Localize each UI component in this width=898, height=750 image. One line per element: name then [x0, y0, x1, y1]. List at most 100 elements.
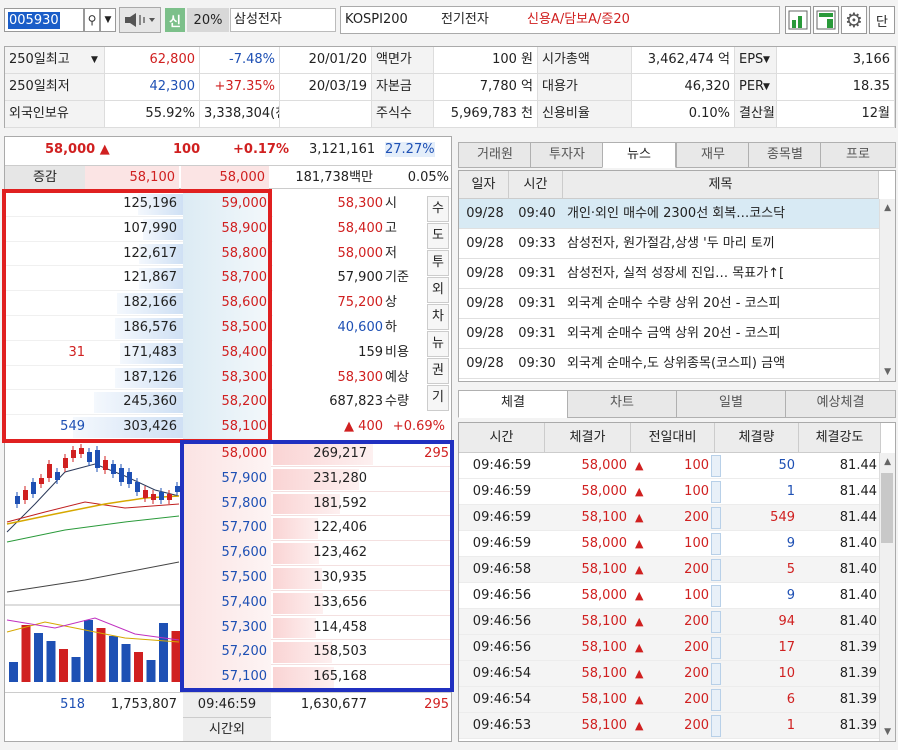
trade-header: 전일대비 [631, 423, 715, 453]
mini-chart [5, 442, 181, 688]
candle [31, 482, 36, 494]
ask-total: 58,100 [85, 166, 179, 189]
news-row[interactable]: 09/28 09:31 외국계 순매수 수량 상위 20선 - 코스피 [459, 289, 879, 319]
after-hours-label[interactable]: 시간외 [183, 717, 271, 741]
trade-price: 58,100 [581, 510, 628, 525]
news-row[interactable]: 09/28 09:33 삼성전자, 원가절감,상생 '두 마리 토끼 [459, 229, 879, 259]
trade-time: 09:46:53 [472, 718, 532, 733]
trade-change: 100 [684, 588, 709, 603]
news-row[interactable]: 09/28 09:31 외국계 순매수 금액 상위 20선 - 코스피 [459, 319, 879, 349]
trade-row[interactable]: 09:46:56 58,100 ▲ 200 94 81.40 [459, 609, 879, 635]
trade-row[interactable]: 09:46:59 58,000 ▲ 100 9 81.40 [459, 531, 879, 557]
trade-row[interactable]: 09:46:58 58,100 ▲ 200 5 81.40 [459, 557, 879, 583]
stat-label: 수량 [385, 394, 409, 410]
trade-row[interactable]: 09:46:59 58,000 ▲ 100 1 81.44 [459, 479, 879, 505]
news-tab[interactable]: 뉴스 [602, 142, 676, 168]
news-title: 외국계 순매수,도 상위종목(코스피) 금액 [567, 356, 786, 371]
speaker-icon[interactable] [119, 7, 161, 33]
news-header: 시간 [509, 171, 563, 199]
chart-link-icon[interactable] [785, 6, 811, 34]
candle [79, 448, 84, 454]
trade-strength: 81.40 [839, 588, 877, 603]
side-button[interactable]: 뉴 [427, 331, 449, 357]
trade-strength: 81.44 [839, 458, 877, 473]
news-row[interactable]: 09/28 09:40 개인·외인 매수에 2300선 회복…코스닥 [459, 199, 879, 229]
trade-row[interactable]: 09:46:56 58,000 ▲ 100 9 81.40 [459, 583, 879, 609]
trade-row[interactable]: 09:46:59 58,000 ▲ 100 50 81.44 [459, 453, 879, 479]
info-cell: 시가총액 [538, 47, 632, 74]
news-time: 09:30 [518, 356, 556, 371]
side-button[interactable]: 기 [427, 385, 449, 411]
trade-tab[interactable]: 차트 [567, 390, 677, 418]
news-time: 09:40 [518, 206, 556, 221]
scroll-down-icon[interactable]: ▼ [884, 727, 891, 737]
trade-row[interactable]: 09:46:56 58,100 ▲ 200 17 81.39 [459, 635, 879, 661]
bottom-summary: 518 1,753,807 09:46:59 1,630,677 295 시간외 [5, 692, 451, 741]
info-cell [280, 101, 372, 128]
scroll-up-icon[interactable]: ▲ [884, 203, 891, 213]
news-tab[interactable]: 거래원 [458, 142, 532, 168]
info-cell: 자본금 [372, 74, 434, 101]
scroll-up-icon[interactable]: ▲ [884, 457, 891, 467]
news-row[interactable]: 09/28 09:31 삼성전자, 실적 성장세 진입… 목표가↑[ [459, 259, 879, 289]
search-icon[interactable]: ⚲ [84, 8, 100, 32]
trade-row[interactable]: 09:46:54 58,100 ▲ 200 10 81.39 [459, 661, 879, 687]
settings-icon[interactable]: ⚙ [841, 6, 867, 34]
trade-strength: 81.39 [839, 692, 877, 707]
stock-code-input[interactable]: 005930 [4, 8, 84, 32]
scroll-thumb[interactable] [881, 473, 893, 543]
trade-header: 체결가 [545, 423, 631, 453]
info-cell: 3,462,474 억 [632, 47, 735, 74]
up-arrow-icon: ▲ [635, 485, 644, 498]
news-row[interactable]: 09/28 09:30 외국계 순매수,도 상위종목(코스피) 금액 [459, 349, 879, 379]
news-tab[interactable]: 투자자 [530, 142, 604, 168]
market-index: KOSPI200 [345, 12, 408, 27]
info-cell: 20/03/19 [280, 74, 372, 101]
price-change: 100 [173, 142, 201, 157]
trade-price: 58,100 [581, 692, 628, 707]
trade-strength: 81.44 [839, 510, 877, 525]
side-button[interactable]: 도 [427, 223, 449, 249]
side-button[interactable]: 차 [427, 304, 449, 330]
volume-bar [134, 652, 143, 682]
window-link-icon[interactable] [813, 6, 839, 34]
dropdown-icon[interactable]: ▼ [763, 82, 770, 92]
trade-tab[interactable]: 예상체결 [785, 390, 896, 418]
news-scrollbar[interactable] [879, 199, 895, 381]
info-cell: 0.10% [632, 101, 735, 128]
news-tab[interactable]: 재무 [676, 142, 750, 168]
info-cell: 주식수 [372, 101, 434, 128]
candle [151, 494, 156, 500]
trade-strength: 81.40 [839, 614, 877, 629]
trade-time: 09:46:56 [472, 588, 532, 603]
dropdown-icon[interactable]: ▼ [100, 8, 116, 32]
candle [47, 464, 52, 478]
candle [55, 472, 60, 480]
side-button[interactable]: 외 [427, 277, 449, 303]
trade-row[interactable]: 09:46:59 58,100 ▲ 200 549 81.44 [459, 505, 879, 531]
news-title: 외국계 순매수 금액 상위 20선 - 코스피 [567, 326, 781, 341]
trade-row[interactable]: 09:46:54 58,100 ▲ 200 6 81.39 [459, 687, 879, 713]
candle [159, 492, 164, 500]
trade-strength: 81.39 [839, 718, 877, 733]
candle [111, 464, 116, 474]
news-title: 개인·외인 매수에 2300선 회복…코스닥 [567, 206, 786, 221]
dropdown-icon[interactable]: ▼ [763, 55, 770, 65]
info-cell: -7.48% [200, 47, 280, 74]
trade-tab[interactable]: 일별 [676, 390, 786, 418]
dropdown-icon[interactable]: ▼ [91, 55, 98, 65]
side-button[interactable]: 권 [427, 358, 449, 384]
dan-button[interactable]: 단 [869, 6, 895, 34]
news-tab[interactable]: 종목별 [748, 142, 822, 168]
side-button[interactable]: 투 [427, 250, 449, 276]
trade-row[interactable]: 09:46:53 58,100 ▲ 200 1 81.39 [459, 713, 879, 739]
speaker-icon-svg [125, 13, 155, 27]
scroll-down-icon[interactable]: ▼ [884, 367, 891, 377]
trade-tab[interactable]: 체결 [458, 390, 568, 418]
trade-volume: 1 [786, 718, 795, 733]
trade-strength: 81.39 [839, 640, 877, 655]
side-button[interactable]: 수 [427, 196, 449, 222]
news-tab[interactable]: 프로 [820, 142, 896, 168]
trade-volume: 5 [786, 562, 795, 577]
candle [63, 458, 68, 468]
